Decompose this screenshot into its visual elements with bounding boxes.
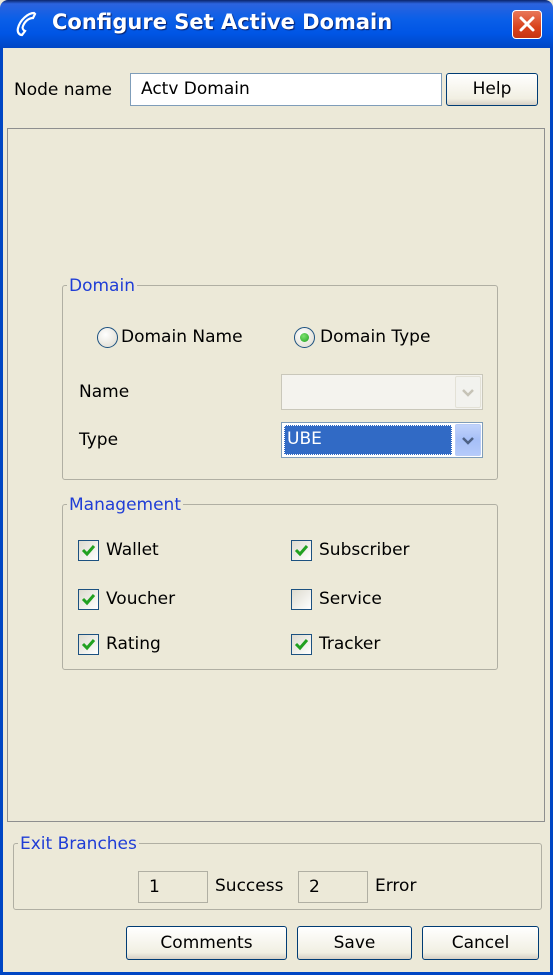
tracker-checkbox[interactable] (291, 634, 312, 655)
service-checkbox[interactable] (291, 589, 312, 610)
service-checkbox-label[interactable]: Service (319, 588, 382, 610)
branch-number: 2 (298, 871, 368, 903)
phone-handset-icon (16, 11, 37, 37)
name-select (281, 374, 483, 410)
voucher-checkbox[interactable] (78, 589, 99, 610)
comments-button[interactable]: Comments (126, 926, 287, 960)
checkmark-icon (81, 545, 96, 557)
name-dropdown-arrow (455, 376, 481, 408)
close-icon (519, 16, 535, 32)
type-select-value: UBE (284, 425, 452, 455)
wallet-checkbox-label[interactable]: Wallet (106, 539, 159, 561)
name-field-label: Name (79, 382, 130, 402)
domain-legend: Domain (67, 276, 137, 296)
management-legend: Management (67, 495, 183, 515)
subscriber-checkbox[interactable] (291, 540, 312, 561)
name-select-value (282, 375, 454, 409)
rating-checkbox[interactable] (78, 634, 99, 655)
checkmark-icon (294, 545, 309, 557)
checkmark-icon (81, 594, 96, 606)
type-select[interactable]: UBE (281, 422, 483, 458)
domain-type-radio-label[interactable]: Domain Type (320, 326, 430, 348)
domain-name-radio[interactable] (97, 327, 118, 348)
branch-label: Success (215, 876, 284, 896)
branch-label: Error (375, 876, 417, 896)
close-button[interactable] (512, 10, 542, 39)
window-title: Configure Set Active Domain (52, 10, 393, 34)
title-bar[interactable]: Configure Set Active Domain (0, 0, 553, 48)
exit-branches-legend: Exit Branches (18, 834, 139, 854)
branch-number: 1 (138, 871, 208, 903)
rating-checkbox-label[interactable]: Rating (106, 633, 161, 655)
chevron-down-icon (462, 389, 474, 397)
node-name-input[interactable]: Actv Domain (130, 73, 442, 106)
radio-selected-dot (300, 333, 309, 342)
node-name-label: Node name (14, 80, 112, 100)
chevron-down-icon (462, 437, 474, 445)
subscriber-checkbox-label[interactable]: Subscriber (319, 539, 410, 561)
type-field-label: Type (79, 430, 119, 450)
wallet-checkbox[interactable] (78, 540, 99, 561)
checkmark-icon (294, 639, 309, 651)
save-button[interactable]: Save (297, 926, 412, 960)
voucher-checkbox-label[interactable]: Voucher (106, 588, 175, 610)
tracker-checkbox-label[interactable]: Tracker (319, 633, 380, 655)
help-button[interactable]: Help (446, 73, 538, 106)
domain-name-radio-label[interactable]: Domain Name (121, 326, 243, 348)
domain-type-radio[interactable] (294, 327, 315, 348)
checkmark-icon (81, 639, 96, 651)
type-dropdown-arrow[interactable] (455, 424, 481, 456)
cancel-button[interactable]: Cancel (422, 926, 539, 960)
